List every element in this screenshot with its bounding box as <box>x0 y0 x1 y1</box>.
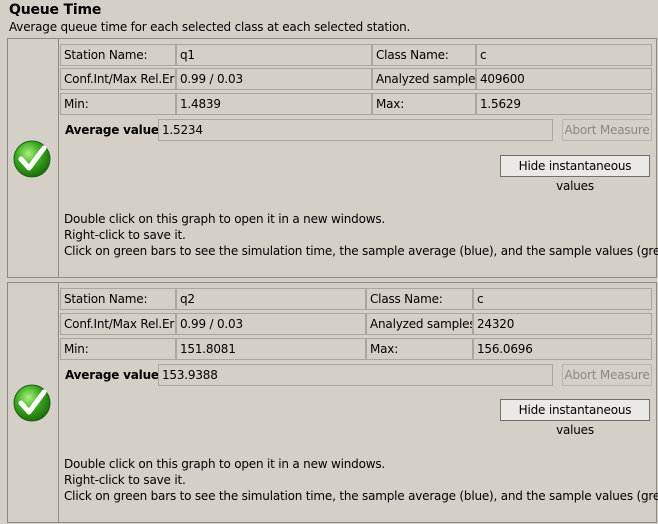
max-value: 1.5629 <box>476 93 652 115</box>
hide-instantaneous-values-button[interactable]: Hide instantaneous values <box>500 155 650 193</box>
info-line-2: Right-click to save it. <box>64 473 186 487</box>
measure-panel-q2: Station Name: q2 Class Name: c Conf.Int/… <box>7 282 658 523</box>
status-column <box>8 39 59 277</box>
class-name-value: c <box>476 44 652 66</box>
info-line-2: Right-click to save it. <box>64 228 186 242</box>
info-line-3: Click on green bars to see the simulatio… <box>64 244 658 258</box>
analyzed-samples-label: Analyzed samples: <box>366 313 473 335</box>
info-line-3: Click on green bars to see the simulatio… <box>64 489 658 503</box>
max-label: Max: <box>372 93 476 115</box>
station-name-label: Station Name: <box>60 288 176 310</box>
conf-int-value: 0.99 / 0.03 <box>176 313 366 335</box>
info-line-1: Double click on this graph to open it in… <box>64 457 385 471</box>
station-name-value: q1 <box>176 44 372 66</box>
average-value-label: Average value: <box>65 123 164 137</box>
page-subtitle: Average queue time for each selected cla… <box>9 20 411 34</box>
analyzed-samples-label: Analyzed samples: <box>372 68 476 90</box>
min-value: 1.4839 <box>176 93 372 115</box>
class-name-value: c <box>473 288 652 310</box>
measure-panel-q1: Station Name: q1 Class Name: c Conf.Int/… <box>7 38 658 278</box>
conf-int-label: Conf.Int/Max Rel.Err: <box>60 313 176 335</box>
hide-instantaneous-values-button[interactable]: Hide instantaneous values <box>500 399 650 437</box>
abort-measure-button[interactable]: Abort Measure <box>562 119 652 141</box>
max-label: Max: <box>366 338 473 360</box>
min-value: 151.8081 <box>176 338 366 360</box>
abort-measure-button[interactable]: Abort Measure <box>562 364 652 386</box>
status-column <box>8 283 59 522</box>
conf-int-value: 0.99 / 0.03 <box>176 68 372 90</box>
analyzed-samples-value: 409600 <box>476 68 652 90</box>
analyzed-samples-value: 24320 <box>473 313 652 335</box>
queue-time-page: Queue Time Average queue time for each s… <box>0 0 658 524</box>
average-value-field: 153.9388 <box>158 364 553 386</box>
green-check-icon <box>13 140 51 178</box>
max-value: 156.0696 <box>473 338 652 360</box>
min-label: Min: <box>60 338 176 360</box>
station-name-value: q2 <box>176 288 366 310</box>
conf-int-label: Conf.Int/Max Rel.Err: <box>60 68 176 90</box>
station-name-label: Station Name: <box>60 44 176 66</box>
page-title: Queue Time <box>9 2 102 18</box>
average-value-field: 1.5234 <box>158 119 553 141</box>
info-line-1: Double click on this graph to open it in… <box>64 212 385 226</box>
green-check-icon <box>13 384 51 422</box>
class-name-label: Class Name: <box>366 288 473 310</box>
class-name-label: Class Name: <box>372 44 476 66</box>
average-value-label: Average value: <box>65 368 164 382</box>
min-label: Min: <box>60 93 176 115</box>
